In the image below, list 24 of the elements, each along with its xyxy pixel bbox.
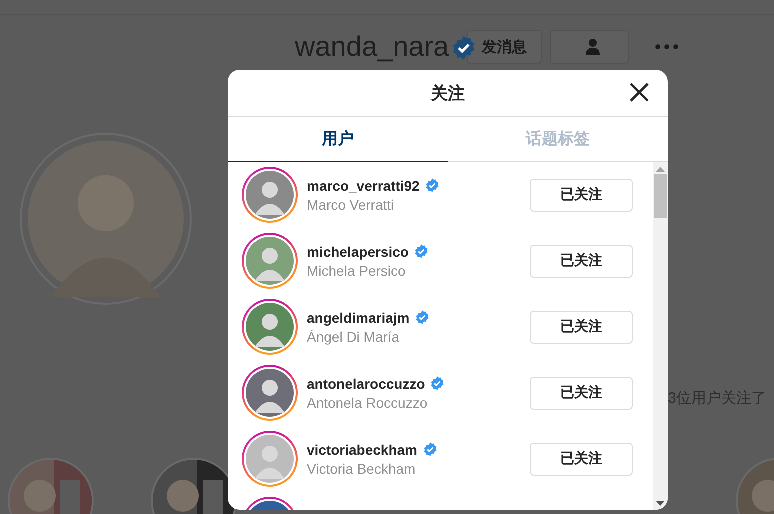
scroll-thumb[interactable]: [654, 174, 667, 218]
more-icon[interactable]: [655, 44, 680, 50]
profile-username: wanda_nara: [295, 31, 450, 63]
following-button[interactable]: 已关注: [530, 178, 633, 212]
username[interactable]: antonelaroccuzzo: [307, 376, 426, 392]
following-button[interactable]: 已关注: [530, 244, 633, 278]
scroll-down-icon[interactable]: [656, 501, 665, 506]
username[interactable]: angeldimariajm: [307, 310, 410, 326]
full-name: Ángel Di María: [307, 328, 401, 344]
following-button[interactable]: 已关注: [530, 442, 633, 476]
username[interactable]: marco_verratti92: [307, 178, 420, 194]
full-name: Victoria Beckham: [307, 460, 417, 476]
full-name: Marco Verratti: [307, 196, 396, 212]
username[interactable]: michelapersico: [307, 244, 409, 260]
scrollbar[interactable]: [653, 162, 668, 510]
modal-title: 关注: [431, 82, 465, 104]
close-icon[interactable]: [629, 82, 650, 103]
follow-button[interactable]: [550, 30, 630, 64]
full-name: Antonela Roccuzzo: [307, 394, 429, 410]
following-button[interactable]: 已关注: [530, 310, 633, 344]
username[interactable]: victoriabeckham: [307, 442, 418, 458]
full-name: Michela Persico: [307, 262, 407, 278]
tab[interactable]: 用户: [228, 117, 448, 162]
following-button[interactable]: 已关注: [530, 376, 633, 410]
